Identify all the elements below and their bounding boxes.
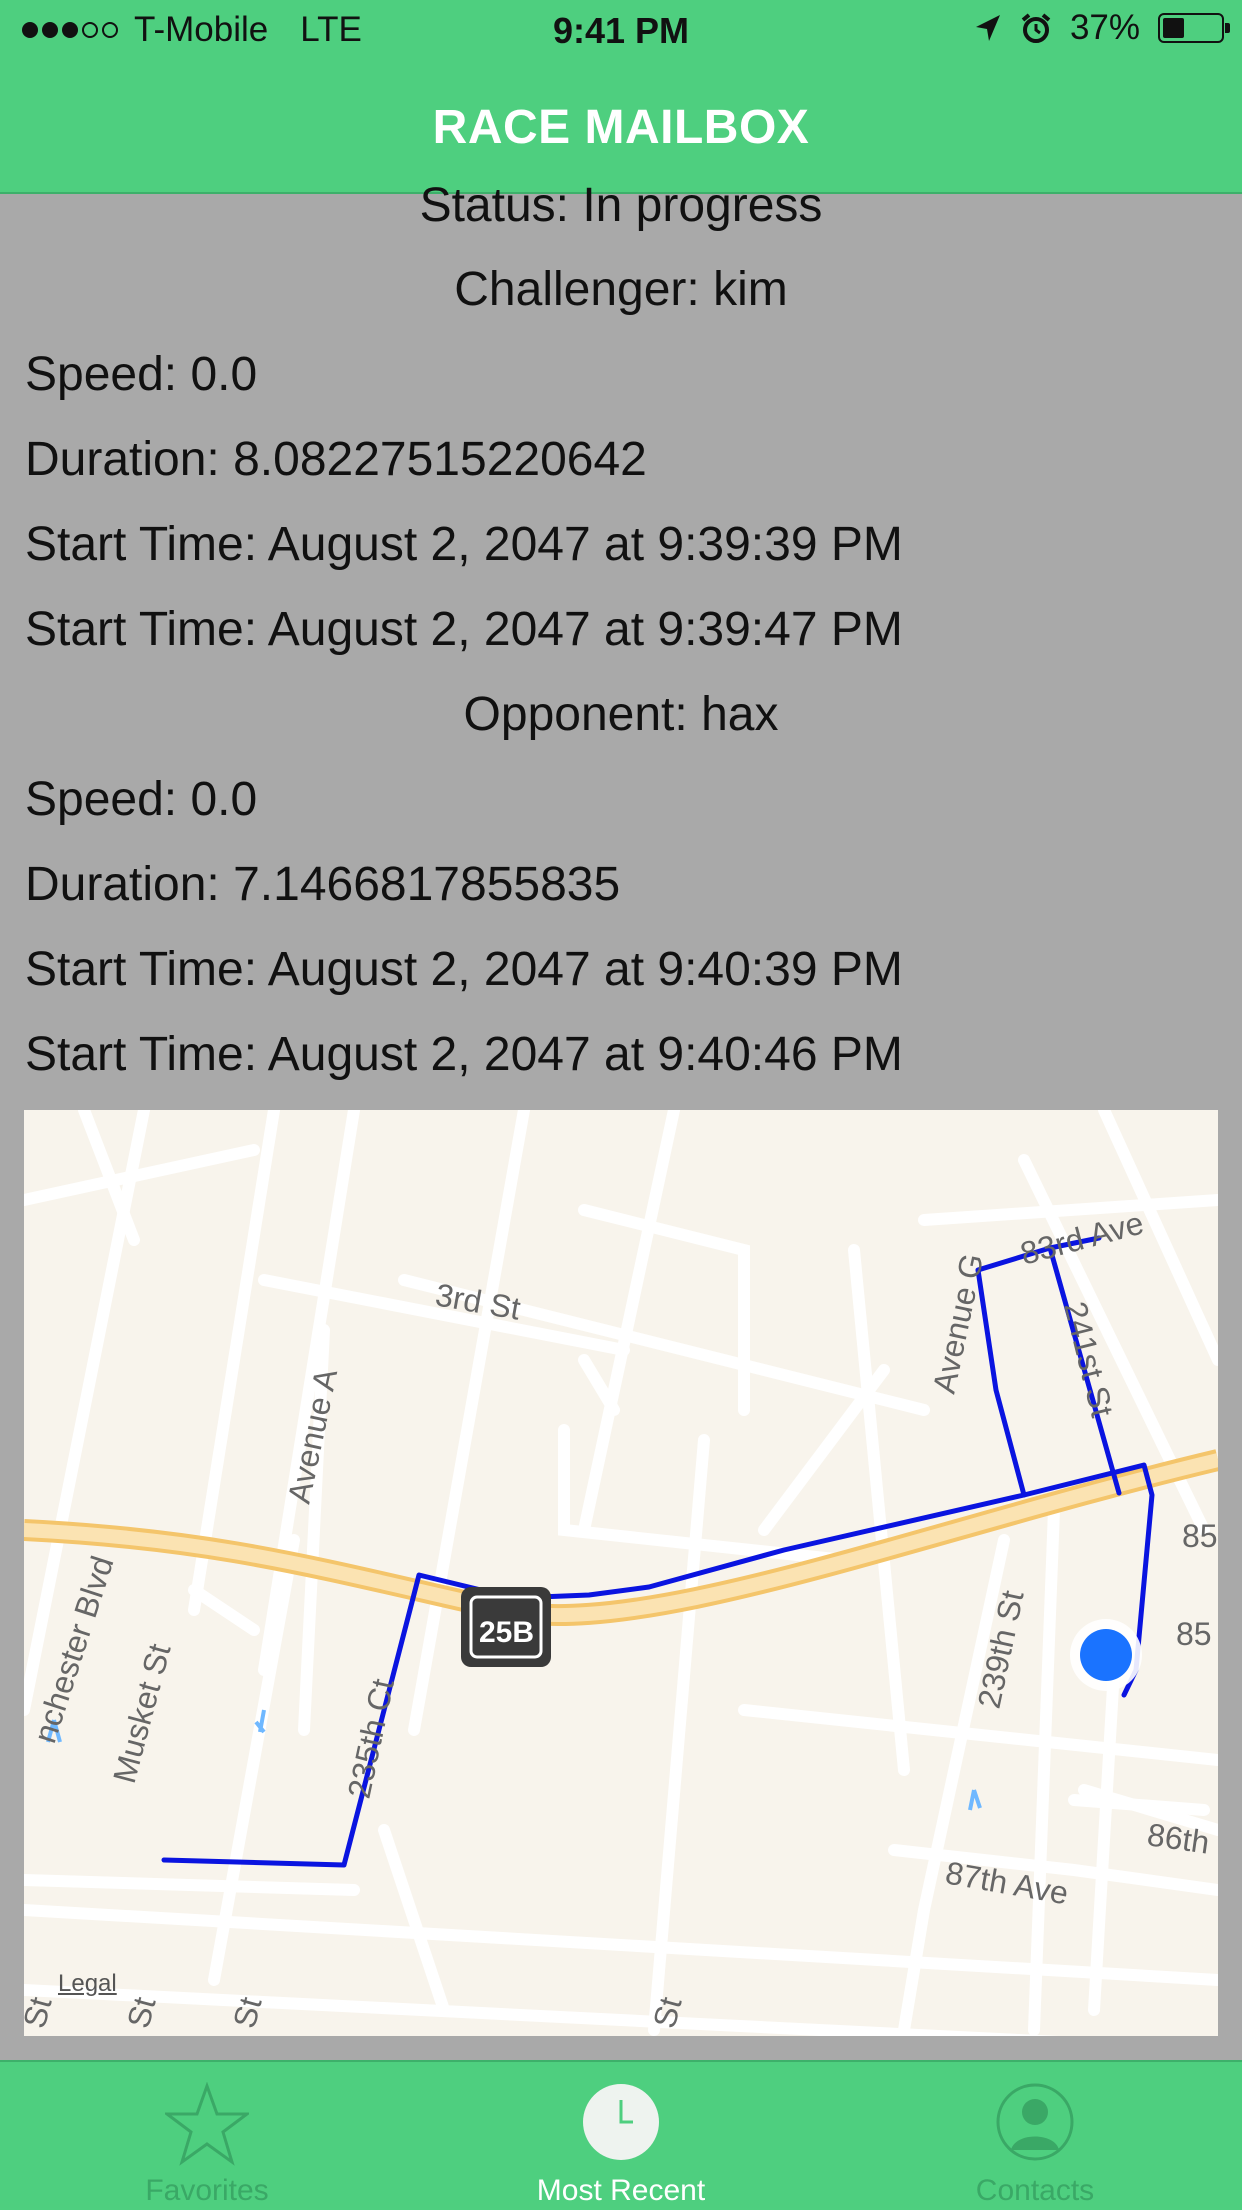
opponent-heading: Opponent: hax	[463, 688, 779, 741]
map-canvas: 3rd St Avenue A Avenue G 83rd Ave 241st …	[24, 1110, 1218, 2036]
status-bar: T-Mobile LTE 9:41 PM 37%	[0, 0, 1242, 62]
challenger-heading: Challenger: kim	[454, 263, 788, 316]
race-map[interactable]: 3rd St Avenue A Avenue G 83rd Ave 241st …	[24, 1110, 1218, 2036]
clock-icon	[583, 2084, 659, 2160]
opponent-speed: Speed: 0.0	[25, 773, 258, 826]
location-arrow-icon	[975, 15, 1000, 41]
battery-icon	[1158, 13, 1230, 43]
map-legal-link[interactable]: Legal	[58, 1970, 117, 1998]
tab-most-recent[interactable]: Most Recent	[414, 2062, 828, 2210]
tab-label: Most Recent	[536, 2174, 706, 2207]
tab-label: Favorites	[145, 2174, 269, 2207]
nav-bar: RACE MAILBOX	[0, 62, 1242, 194]
opponent-duration: Duration: 7.1466817855835	[25, 858, 621, 911]
street-label: Avenue G	[926, 1250, 991, 1396]
tab-bar: Favorites Most Recent Contacts	[0, 2060, 1242, 2210]
challenger-duration: Duration: 8.08227515220642	[25, 433, 647, 486]
street-label: Musket St	[106, 1640, 178, 1787]
alarm-icon	[1021, 13, 1051, 43]
street-label: 86th	[1145, 1816, 1212, 1860]
tab-favorites[interactable]: Favorites	[0, 2062, 414, 2210]
battery-percent: 37%	[1069, 8, 1140, 47]
oneway-arrow-icon	[968, 1789, 982, 1811]
street-label: St	[24, 1993, 59, 2032]
tab-contacts[interactable]: Contacts	[828, 2062, 1242, 2210]
current-location-icon	[1070, 1619, 1142, 1691]
star-icon	[165, 2082, 249, 2166]
opponent-start-time-2: Start Time: August 2, 2047 at 9:40:46 PM	[25, 1028, 903, 1081]
challenger-speed: Speed: 0.0	[25, 348, 258, 401]
person-icon	[996, 2083, 1074, 2161]
street-label: 85	[1176, 1616, 1212, 1652]
status-right: 37%	[974, 8, 1230, 48]
street-label: 235th Ct	[341, 1676, 401, 1802]
challenger-start-time-2: Start Time: August 2, 2047 at 9:39:47 PM	[25, 603, 903, 656]
street-label: Avenue A	[281, 1365, 345, 1507]
page-title: RACE MAILBOX	[432, 100, 810, 154]
race-status: Status: In progress	[419, 179, 823, 232]
challenger-start-time: Start Time: August 2, 2047 at 9:39:39 PM	[25, 518, 903, 571]
opponent-start-time: Start Time: August 2, 2047 at 9:40:39 PM	[25, 943, 903, 996]
route-shield-label: 25B	[479, 1616, 534, 1649]
street-label: 85	[1182, 1518, 1218, 1554]
street-label: 241st St	[1057, 1298, 1120, 1421]
tab-label: Contacts	[975, 2174, 1095, 2207]
